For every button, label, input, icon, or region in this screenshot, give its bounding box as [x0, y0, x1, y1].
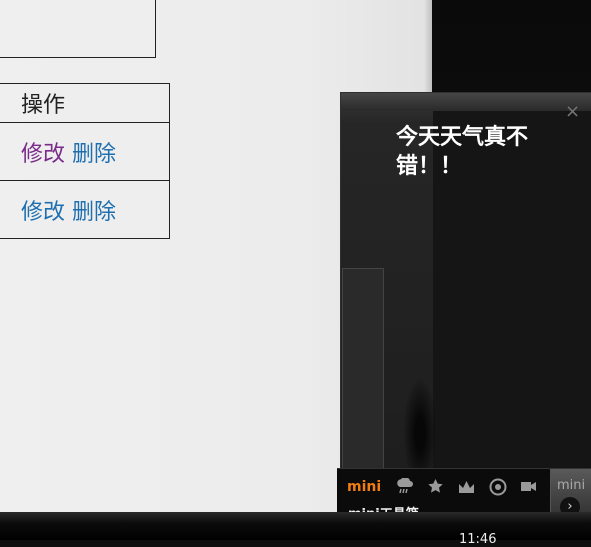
- taskbar: 11:46: [0, 512, 591, 547]
- mini-tab-label: mini: [557, 478, 586, 493]
- close-icon[interactable]: ×: [565, 103, 580, 121]
- table-header-row: 操作: [0, 83, 170, 123]
- notification-message: 今天天气真不错！！: [396, 124, 529, 179]
- table-row: 修改 删除: [0, 122, 170, 181]
- delete-link[interactable]: 删除: [72, 200, 116, 225]
- table-cell: 修改 删除: [0, 122, 170, 181]
- weather-icon[interactable]: [395, 477, 414, 496]
- operations-table: 操作 修改 删除 修改 删除: [0, 83, 170, 239]
- delete-link[interactable]: 删除: [72, 142, 116, 167]
- widget-decoration: [403, 377, 437, 471]
- table-cell: 修改 删除: [0, 180, 170, 239]
- toolbox-icons: [395, 477, 538, 496]
- mini-logo[interactable]: mini: [347, 479, 381, 495]
- edit-link[interactable]: 修改: [21, 142, 65, 167]
- crown-icon[interactable]: [457, 477, 476, 496]
- top-table-fragment: [0, 0, 156, 58]
- widget-side-panel: [342, 268, 384, 471]
- star-icon[interactable]: [426, 477, 445, 496]
- notification-widget: × 今天天气真不错！！: [340, 92, 591, 472]
- target-icon[interactable]: [488, 477, 507, 496]
- camera-icon[interactable]: [519, 477, 538, 496]
- table-header-cell: 操作: [0, 83, 170, 123]
- widget-top-edge: [341, 93, 591, 111]
- table-row: 修改 删除: [0, 180, 170, 239]
- edit-link[interactable]: 修改: [21, 200, 65, 225]
